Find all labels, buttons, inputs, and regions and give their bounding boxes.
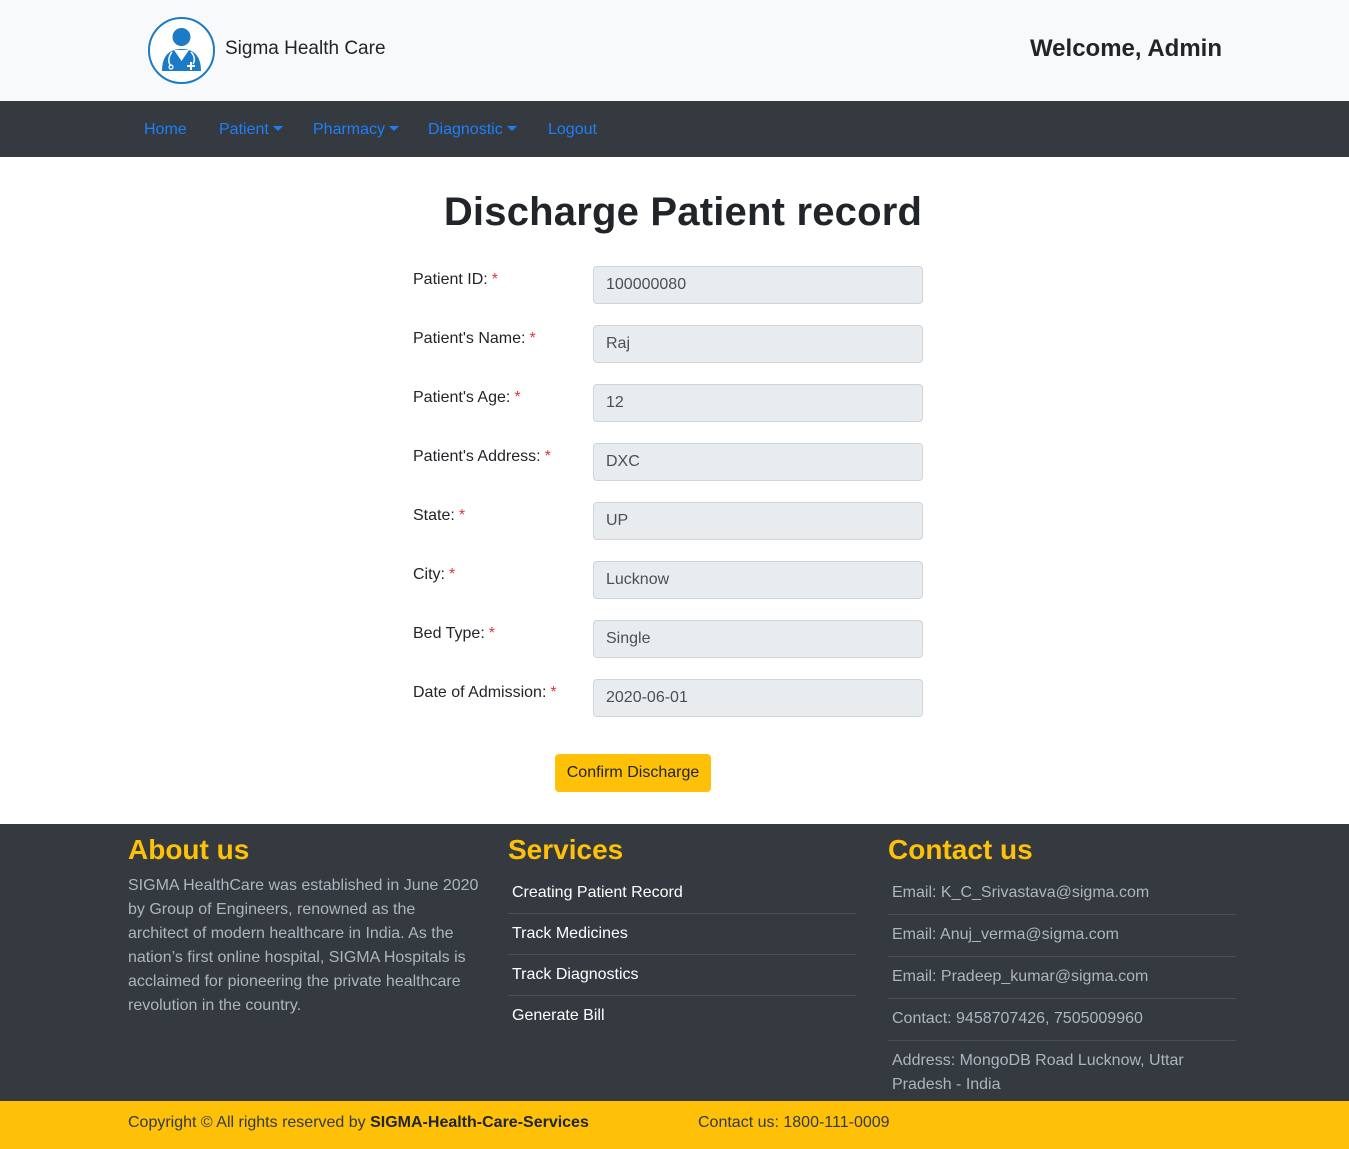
footer: About us SIGMA HealthCare was establishe… [0,824,1349,1101]
state-label: State: [413,507,455,524]
nav-pharmacy-label: Pharmacy [313,121,386,138]
patient-age-input[interactable] [593,384,923,422]
field-label: Patient's Age: * [413,389,521,407]
service-item-create-record[interactable]: Creating Patient Record [508,873,856,914]
form-row-patient-id: Patient ID: * [413,266,923,304]
admission-date-input[interactable] [593,679,923,717]
contact-heading: Contact us [888,834,1033,865]
nav-patient-label: Patient [219,121,269,138]
contact-phone: Contact: 9458707426, 7505009960 [888,999,1236,1041]
nav-diagnostic-label: Diagnostic [428,121,503,138]
main-navbar: Home Patient Pharmacy Diagnostic Logout [0,101,1349,157]
patient-id-label: Patient ID: [413,271,488,288]
field-label: Patient's Address: * [413,448,551,466]
city-input[interactable] [593,561,923,599]
field-label: Patient's Name: * [413,330,536,348]
form-row-state: State: * [413,502,923,540]
field-label: City: * [413,566,455,584]
nav-logout[interactable]: Logout [548,121,597,139]
nav-diagnostic-dropdown[interactable]: Diagnostic [428,121,517,139]
field-label: Date of Admission: * [413,684,557,702]
field-label: Bed Type: * [413,625,495,643]
required-mark: * [449,566,456,583]
brand-name[interactable]: Sigma Health Care [225,38,386,60]
caret-down-icon [272,126,283,131]
service-item-track-medicines[interactable]: Track Medicines [508,914,856,955]
city-label: City: [413,566,445,583]
service-item-track-diagnostics[interactable]: Track Diagnostics [508,955,856,996]
bed-type-label: Bed Type: [413,625,485,642]
contact-email-3: Email: Pradeep_kumar@sigma.com [888,957,1236,999]
about-text: SIGMA HealthCare was established in June… [128,877,479,1014]
bed-type-input[interactable] [593,620,923,658]
patient-name-input[interactable] [593,325,923,363]
required-mark: * [491,271,498,288]
copyright-text: Copyright © All rights reserved by SIGMA… [128,1114,589,1132]
nav-home-label: Home [144,121,187,138]
copyright-contact: Contact us: 1800-111-0009 [698,1114,890,1131]
patient-age-label: Patient's Age: [413,389,511,406]
caret-down-icon [389,126,400,131]
caret-down-icon [506,126,517,131]
welcome-message: Welcome, Admin [1029,35,1222,62]
copyright-company: SIGMA-Health-Care-Services [370,1114,589,1131]
nav-home[interactable]: Home [144,121,187,139]
confirm-discharge-button[interactable]: Confirm Discharge [555,754,711,792]
services-heading: Services [508,834,624,865]
services-list: Creating Patient Record Track Medicines … [508,873,856,1036]
patient-address-input[interactable] [593,443,923,481]
patient-name-label: Patient's Name: [413,330,526,347]
form-row-patient-name: Patient's Name: * [413,325,923,363]
form-row-admission-date: Date of Admission: * [413,679,923,717]
admission-date-label: Date of Admission: [413,684,547,701]
doctor-avatar-icon[interactable] [148,17,215,84]
required-mark: * [544,448,551,465]
patient-address-label: Patient's Address: [413,448,541,465]
nav-pharmacy-dropdown[interactable]: Pharmacy [313,121,400,139]
service-item-generate-bill[interactable]: Generate Bill [508,996,856,1036]
required-mark: * [550,684,557,701]
contact-email-1: Email: K_C_Srivastava@sigma.com [888,873,1236,915]
form-row-city: City: * [413,561,923,599]
form-row-patient-address: Patient's Address: * [413,443,923,481]
form-row-patient-age: Patient's Age: * [413,384,923,422]
contact-email-2: Email: Anuj_verma@sigma.com [888,915,1236,957]
nav-patient-dropdown[interactable]: Patient [219,121,283,139]
patient-id-input[interactable] [593,266,923,304]
page-title: Discharge Patient record [443,190,923,234]
form-row-bed-type: Bed Type: * [413,620,923,658]
field-label: Patient ID: * [413,271,498,289]
contact-address: Address: MongoDB Road Lucknow, Uttar Pra… [892,1052,1184,1093]
nav-logout-label: Logout [548,121,597,138]
top-header: Sigma Health Care Welcome, Admin [0,0,1349,101]
field-label: State: * [413,507,465,525]
state-input[interactable] [593,502,923,540]
required-mark: * [514,389,521,406]
copyright-prefix: Copyright © All rights reserved by [128,1114,371,1131]
required-mark: * [529,330,536,347]
about-heading: About us [128,834,250,865]
copyright-bar: Copyright © All rights reserved by SIGMA… [0,1101,1349,1149]
required-mark: * [488,625,495,642]
contacts-list: Email: K_C_Srivastava@sigma.com Email: A… [888,873,1236,1106]
required-mark: * [458,507,466,524]
